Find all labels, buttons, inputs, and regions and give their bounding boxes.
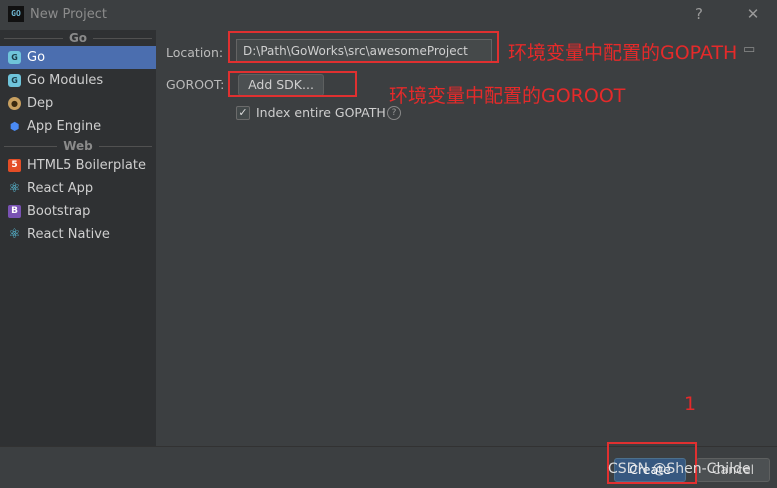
sidebar-item-label: Go Modules — [27, 73, 104, 88]
group-label-go: Go — [62, 31, 94, 45]
sidebar-item-label: Go — [27, 50, 46, 65]
react-icon: ⚛ — [8, 227, 21, 242]
step-number-annotation: 1 — [684, 393, 697, 415]
go-modules-icon: G — [8, 74, 21, 87]
index-gopath-checkbox[interactable]: ✓ — [236, 106, 250, 120]
sidebar-item-label: React App — [27, 181, 94, 196]
react-icon: ⚛ — [8, 181, 21, 196]
gopath-highlight-box — [228, 31, 499, 63]
sidebar-item-bootstrap[interactable]: B Bootstrap — [0, 200, 156, 223]
group-label-web: Web — [57, 139, 99, 153]
sidebar-item-html5-boilerplate[interactable]: 5 HTML5 Boilerplate — [0, 154, 156, 177]
goland-app-icon: GO — [8, 6, 24, 22]
browse-folder-icon[interactable]: ▭ — [743, 42, 761, 58]
goroot-annotation-text: 环境变量中配置的GOROOT — [389, 85, 626, 107]
sidebar-item-react-app[interactable]: ⚛ React App — [0, 177, 156, 200]
sidebar-item-label: Dep — [27, 96, 54, 111]
sidebar-item-go[interactable]: G Go — [0, 46, 156, 69]
sidebar-item-label: HTML5 Boilerplate — [27, 158, 146, 173]
project-type-sidebar: Go G Go G Go Modules ● Dep ⬢ App Engine … — [0, 30, 156, 446]
goroot-highlight-box — [228, 71, 357, 97]
window-title: New Project — [30, 7, 107, 22]
sidebar-item-label: Bootstrap — [27, 204, 91, 219]
group-separator-web: Web — [0, 138, 156, 154]
help-window-icon[interactable]: ? — [688, 4, 710, 24]
sidebar-item-react-native[interactable]: ⚛ React Native — [0, 223, 156, 246]
csdn-watermark: CSDN @Shen-Childe — [608, 461, 751, 477]
sidebar-item-label: React Native — [27, 227, 110, 242]
sidebar-item-app-engine[interactable]: ⬢ App Engine — [0, 115, 156, 138]
bootstrap-icon: B — [8, 205, 21, 218]
index-gopath-label: Index entire GOPATH — [256, 105, 386, 120]
title-bar: GO New Project ? ✕ — [0, 0, 777, 30]
sidebar-item-go-modules[interactable]: G Go Modules — [0, 69, 156, 92]
gopath-annotation-text: 环境变量中配置的GOPATH — [508, 42, 738, 64]
app-engine-icon: ⬢ — [9, 120, 20, 133]
html5-icon: 5 — [8, 159, 21, 172]
sidebar-item-dep[interactable]: ● Dep — [0, 92, 156, 115]
go-icon: G — [8, 51, 21, 64]
sidebar-item-label: App Engine — [27, 119, 102, 134]
dep-gopher-icon: ● — [8, 97, 21, 110]
group-separator-go: Go — [0, 30, 156, 46]
help-question-icon[interactable]: ? — [387, 106, 401, 120]
location-label: Location: — [166, 45, 224, 60]
goroot-label: GOROOT: — [166, 77, 225, 92]
close-window-button[interactable]: ✕ — [742, 4, 764, 24]
